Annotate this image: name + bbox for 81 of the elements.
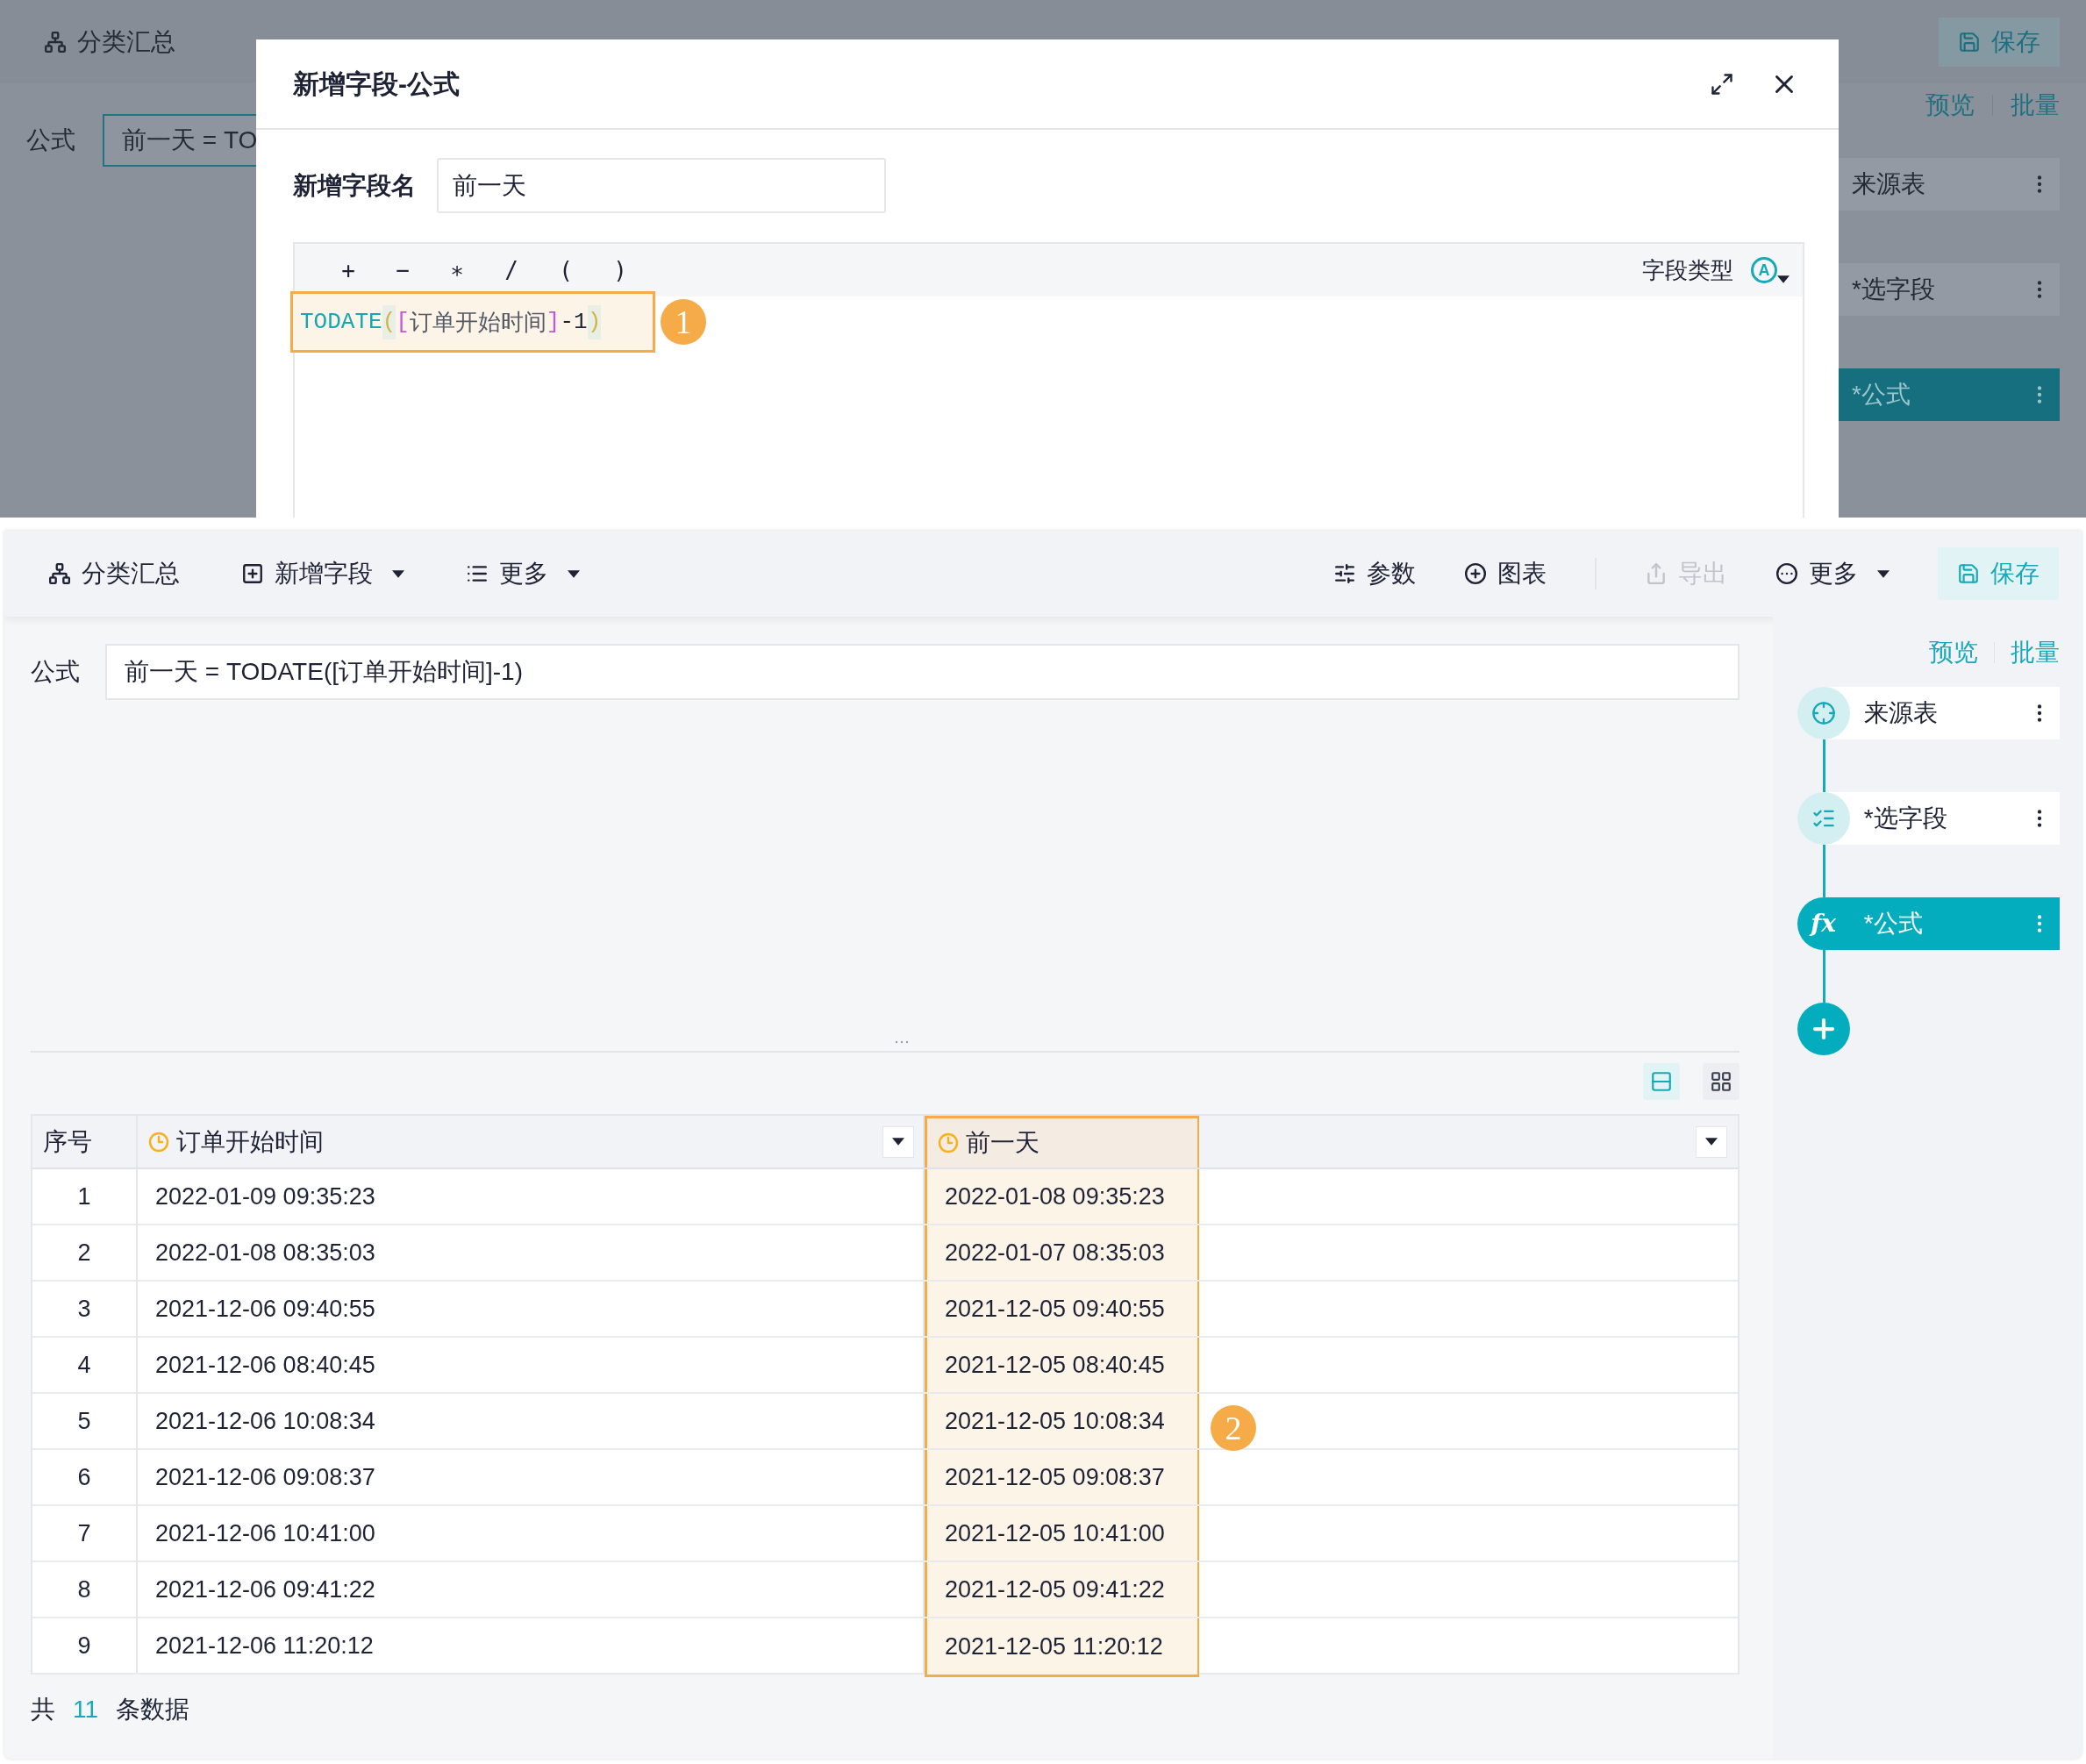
field-type-label: 字段类型 (1642, 255, 1733, 285)
table-cell: 6 (32, 1450, 138, 1504)
column-title: 订单开始时间 (176, 1126, 324, 1157)
step-label: *选字段 (1852, 275, 1936, 304)
column-dropdown[interactable] (882, 1125, 914, 1158)
field-name-input[interactable]: 前一天 (437, 158, 886, 213)
table-cell: 2022-01-08 09:35:23 (925, 1169, 1199, 1224)
table-cell: 4 (32, 1338, 138, 1392)
export-icon (1645, 562, 1668, 585)
step-label: *选字段 (1863, 803, 1948, 833)
operator-button[interactable]: + (321, 253, 375, 288)
operator-button[interactable]: ( (539, 253, 593, 288)
step-label: *公式 (1852, 380, 1911, 410)
toolbar-button[interactable]: 更多 (466, 552, 580, 596)
clock-icon (938, 1132, 959, 1153)
table-cell: 2021-12-05 09:40:55 (925, 1282, 1199, 1336)
pipeline-step[interactable]: 来源表 (1797, 687, 2060, 739)
toolbar-button[interactable]: 分类汇总 (44, 23, 175, 61)
pipeline-step[interactable]: 来源表 (1839, 158, 2060, 211)
plus-circle-icon (1464, 562, 1487, 585)
toolbar-button[interactable]: 分类汇总 (48, 552, 180, 596)
table-cell: 5 (32, 1394, 138, 1448)
table-cell: 2021-12-05 09:41:22 (925, 1562, 1199, 1617)
footer-text: 共 (31, 1695, 55, 1725)
crosshair-icon (1811, 701, 1836, 725)
table-cell: 2021-12-05 09:08:37 (925, 1450, 1199, 1504)
footer-text: 条数据 (116, 1695, 190, 1725)
table-cell: 2 (32, 1225, 138, 1280)
callout-badge: 1 (661, 299, 706, 345)
hierarchy-icon (48, 562, 71, 585)
step-label: 来源表 (1863, 698, 1939, 728)
caret-icon (1777, 275, 1790, 283)
formula-field[interactable]: 前一天 = TO (103, 114, 256, 167)
table-cell: 9 (32, 1618, 138, 1673)
field-name-label: 新增字段名 (293, 170, 417, 201)
drag-handle-icon[interactable] (895, 1040, 909, 1044)
sliders-icon (1333, 562, 1356, 585)
clock-icon (148, 1131, 169, 1153)
save-icon (1958, 30, 1981, 54)
save-icon (1957, 562, 1980, 585)
add-field-icon (241, 562, 264, 585)
toolbar-button[interactable]: 新增字段 (241, 552, 404, 596)
pipeline-step[interactable]: *选字段 (1839, 263, 2060, 316)
table-cell: 1 (32, 1169, 138, 1224)
column-title: 前一天 (966, 1128, 1039, 1158)
hierarchy-icon (44, 30, 67, 54)
table-cell: 7 (32, 1506, 138, 1560)
view-toggle[interactable] (1642, 1063, 1680, 1100)
view-toggle[interactable] (1702, 1063, 1740, 1100)
table-cell: 2021-12-05 08:40:45 (925, 1338, 1199, 1392)
toolbar-button[interactable]: 更多 (1775, 552, 1890, 596)
formula-field[interactable]: 前一天 = TODATE([订单开始时间]-1) (105, 643, 1740, 700)
record-count: 11 (73, 1695, 99, 1725)
grid-icon (1709, 1070, 1732, 1093)
dialog-title: 新增字段-公式 (293, 68, 460, 100)
column-title: 序号 (43, 1126, 92, 1157)
operator-button[interactable]: ) (593, 253, 647, 288)
table-cell: 2021-12-05 10:41:00 (925, 1506, 1199, 1560)
ellipsis-circle-icon (1775, 562, 1798, 585)
callout-badge: 2 (1211, 1405, 1256, 1451)
step-label: *公式 (1863, 909, 1924, 939)
table-cell: 3 (32, 1282, 138, 1336)
caret-icon (1704, 1138, 1718, 1146)
expand-icon[interactable] (1710, 71, 1734, 96)
formula-label: 公式 (26, 125, 76, 155)
function-icon: fx (1811, 911, 1837, 936)
pipeline-step[interactable]: *选字段 (1797, 792, 2060, 845)
caret-icon (892, 1138, 904, 1146)
table-cell: 2021-12-05 11:20:12 (925, 1618, 1199, 1677)
rows-icon (1649, 1070, 1673, 1093)
column-dropdown[interactable] (1695, 1125, 1727, 1158)
table-cell: 2021-12-05 10:08:34 (925, 1394, 1199, 1448)
operator-button[interactable]: / (484, 253, 539, 288)
step-label: 来源表 (1852, 169, 1926, 199)
operator-button[interactable]: − (375, 253, 430, 288)
toolbar-button[interactable]: 参数 (1333, 552, 1416, 596)
table-cell: 8 (32, 1562, 138, 1617)
toolbar-button[interactable]: 图表 (1464, 552, 1547, 596)
table-cell: 2022-01-07 08:35:03 (925, 1225, 1199, 1280)
operator-button[interactable]: ∗ (430, 253, 484, 288)
formula-label: 公式 (31, 656, 81, 687)
